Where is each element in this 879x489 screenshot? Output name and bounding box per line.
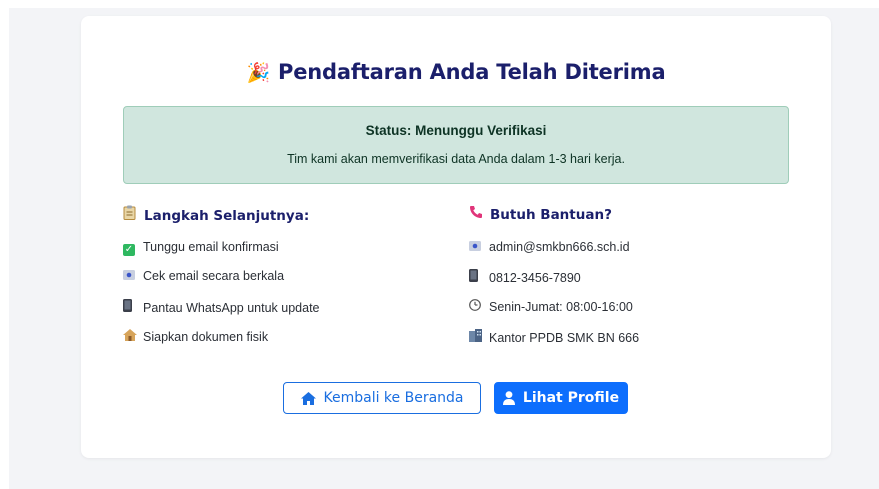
phone-icon xyxy=(469,269,484,285)
list-item: Siapkan dokumen fisik xyxy=(123,329,268,344)
confirmation-card: 🎉 Pendaftaran Anda Telah Diterima Status:… xyxy=(81,16,831,458)
status-title: Status: Menunggu Verifikasi xyxy=(365,123,547,138)
list-item: Kantor PPDB SMK BN 666 xyxy=(469,329,639,345)
status-text: Tim kami akan memverifikasi data Anda da… xyxy=(287,152,625,166)
clock-icon xyxy=(469,299,484,314)
list-item: ✓ Tunggu email konfirmasi xyxy=(123,240,279,256)
list-item: Cek email secara berkala xyxy=(123,269,284,283)
back-home-button[interactable]: Kembali ke Beranda xyxy=(283,382,481,414)
next-steps-section: Langkah Selanjutnya: ✓ Tunggu email konfi… xyxy=(123,205,320,344)
list-item: 0812-3456-7890 xyxy=(469,269,581,285)
email-icon xyxy=(469,240,484,254)
list-item: Senin-Jumat: 08:00-16:00 xyxy=(469,299,633,314)
page-title: 🎉 Pendaftaran Anda Telah Diterima xyxy=(246,60,666,84)
status-alert: Status: Menunggu Verifikasi Tim kami aka… xyxy=(123,106,789,184)
list-item: admin@smkbn666.sch.id xyxy=(469,240,630,254)
view-profile-button[interactable]: Lihat Profile xyxy=(494,382,628,414)
user-icon xyxy=(502,391,515,405)
party-popper-icon: 🎉 xyxy=(246,62,271,84)
house-icon xyxy=(123,329,138,344)
home-icon xyxy=(300,391,316,405)
check-icon: ✓ xyxy=(123,244,135,256)
list-item: Pantau WhatsApp untuk update xyxy=(123,299,320,315)
email-icon xyxy=(123,269,138,283)
help-section: Butuh Bantuan? admin@smkbn666.sch.id 081… xyxy=(469,205,639,345)
office-icon xyxy=(469,329,484,345)
telephone-icon xyxy=(469,205,485,223)
help-heading: Butuh Bantuan? xyxy=(469,205,612,225)
phone-icon xyxy=(123,299,138,315)
next-steps-heading: Langkah Selanjutnya: xyxy=(123,205,309,225)
clipboard-icon xyxy=(123,205,139,224)
